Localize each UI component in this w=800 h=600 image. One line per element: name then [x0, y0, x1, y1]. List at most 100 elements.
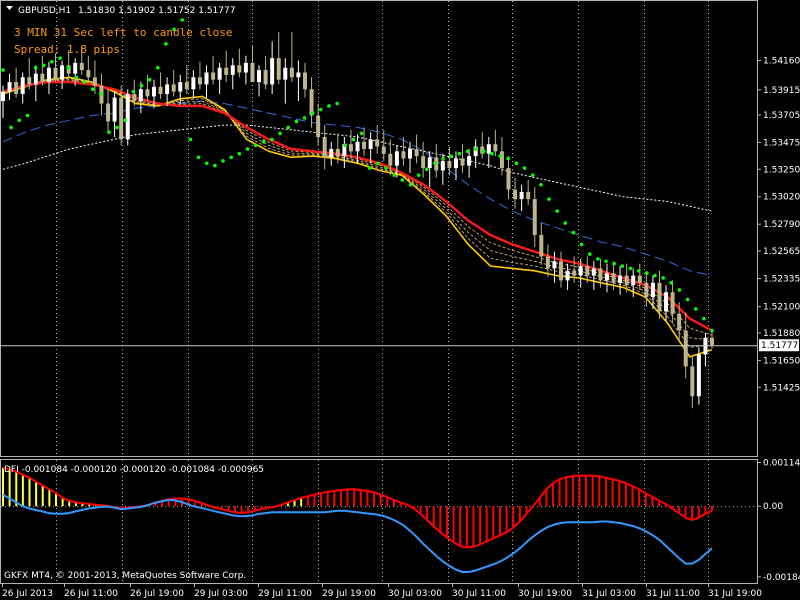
price-tick-label: 1.52335 [763, 275, 800, 285]
candle-body [276, 58, 281, 80]
candle-body [27, 77, 32, 85]
candle-body [690, 366, 695, 397]
candle-body [408, 148, 413, 159]
psar-dot [482, 149, 486, 154]
candle-body [73, 62, 78, 74]
candle-body [460, 158, 465, 166]
candle-body [453, 158, 458, 169]
price-tick-label: 1.51650 [763, 356, 800, 366]
price-tick-label: 1.52100 [763, 303, 800, 313]
copyright-label: GKFX MT4, © 2001-2013, MetaQuotes Softwa… [4, 571, 246, 581]
candle-body [539, 234, 544, 257]
candle-body [598, 268, 603, 281]
candle-body [7, 82, 12, 92]
candle-body [578, 266, 583, 276]
psar-dot [213, 163, 217, 168]
current-price-label: 1.51777 [761, 341, 798, 351]
candle-body [532, 199, 537, 235]
candle-body [86, 70, 91, 78]
candle-body [499, 151, 504, 169]
price-tick-label: 1.53915 [763, 86, 800, 96]
psar-dot [294, 119, 299, 124]
candle-body [20, 77, 25, 94]
psar-dot [164, 42, 168, 46]
psar-dot [180, 18, 185, 22]
psar-dot [506, 156, 511, 161]
candle-body [46, 67, 51, 83]
psar-dot [33, 65, 38, 70]
psar-dot [563, 221, 568, 225]
price-tick-label: 1.51425 [763, 383, 800, 393]
candle-body [368, 139, 373, 149]
psar-dot [465, 149, 470, 154]
psar-dot [115, 125, 119, 130]
candle-body [585, 266, 590, 276]
psar-dot [245, 147, 250, 151]
psar-dot [547, 197, 551, 201]
candle-body [302, 72, 307, 90]
indicator-tick-label: -0.001847 [763, 573, 800, 583]
psar-dot [278, 131, 282, 136]
candle-body [683, 330, 688, 367]
candle-body [145, 89, 150, 97]
candle-body [552, 261, 557, 269]
candle-body [237, 65, 242, 73]
psar-dot [196, 155, 201, 160]
psar-dot [237, 151, 242, 156]
candle-body [33, 73, 38, 85]
time-tick-label: 31 Jul 03:00 [582, 589, 636, 599]
psar-dot [204, 161, 209, 166]
candle-body [257, 70, 262, 83]
time-tick-label: 26 Jul 11:00 [64, 589, 118, 599]
psar-dot [702, 316, 706, 321]
candle-body [375, 139, 380, 147]
candle-body [138, 89, 143, 102]
candle-body [618, 275, 623, 283]
candle-body [604, 273, 609, 281]
psar-dot [25, 113, 30, 118]
candle-body [447, 160, 452, 169]
candle-body [440, 160, 445, 171]
candle-body [243, 62, 248, 73]
psar-dot [253, 143, 258, 148]
candle-body [316, 115, 321, 138]
psar-dot [408, 182, 413, 187]
psar-dot [17, 118, 22, 123]
candle-body [591, 268, 596, 276]
candle-body [493, 144, 498, 152]
psar-dot [579, 242, 584, 247]
psar-dot [677, 288, 682, 292]
psar-dot [66, 65, 70, 70]
psar-dot [351, 137, 356, 142]
psar-dot [221, 159, 225, 163]
candle-body [526, 191, 531, 200]
time-tick-label: 29 Jul 03:00 [194, 589, 248, 599]
candle-body [283, 67, 288, 80]
ohlc-label: 1.51830 1.51902 1.51752 1.51777 [78, 6, 235, 16]
candle-body [362, 141, 367, 149]
time-tick-label: 31 Jul 19:00 [708, 589, 762, 599]
psar-dot [9, 125, 13, 130]
psar-dot [50, 59, 54, 64]
psar-dot [41, 63, 46, 68]
psar-dot [302, 116, 307, 120]
candle-body [696, 354, 701, 397]
candle-body [204, 72, 209, 85]
candle-body [519, 191, 524, 200]
time-tick-label: 26 Jul 19:00 [130, 589, 184, 599]
chart-menu-triangle-icon[interactable] [6, 6, 13, 10]
candle-body [513, 189, 518, 200]
psar-dot [457, 151, 462, 156]
candle-body [631, 275, 636, 286]
candle-body [388, 153, 393, 166]
psar-dot [147, 77, 152, 82]
candle-body [506, 168, 511, 190]
psar-dot [139, 83, 144, 88]
psar-dot [90, 87, 95, 92]
candle-body [270, 58, 275, 85]
psar-dot [261, 139, 266, 144]
psar-dot [596, 257, 600, 261]
spread-label: Spread: 1.8 pips [14, 43, 120, 56]
psar-dot [571, 230, 576, 235]
price-tick-label: 1.53020 [763, 193, 800, 203]
